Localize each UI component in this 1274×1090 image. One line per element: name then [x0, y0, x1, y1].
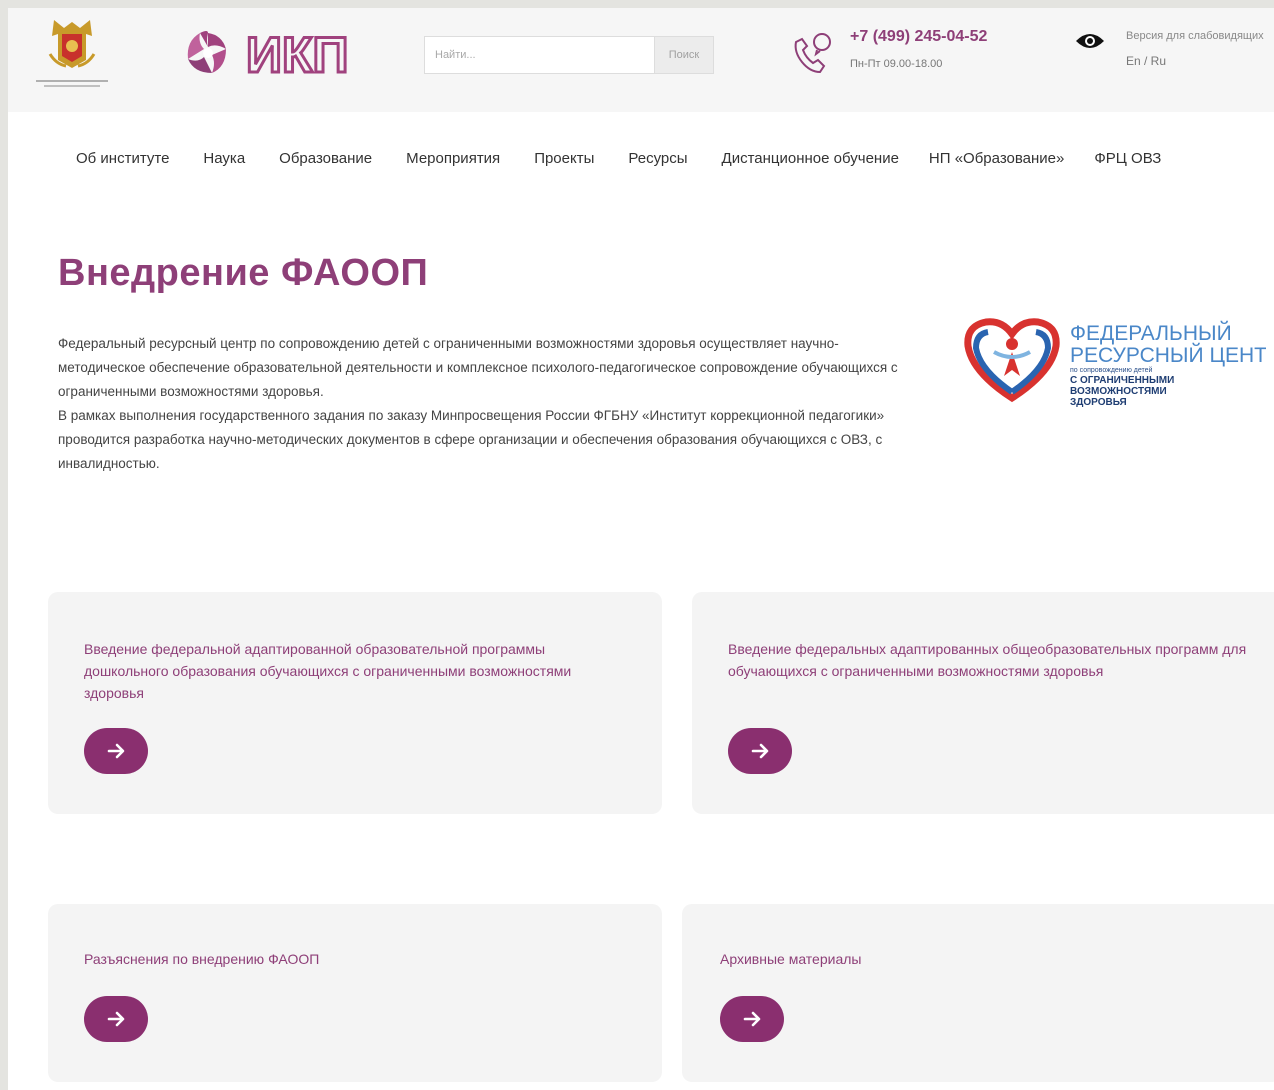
page-title: Внедрение ФАООП — [58, 252, 429, 294]
ministry-emblem[interactable] — [30, 14, 114, 92]
frc-line-4: С ОГРАНИЧЕННЫМИ — [1070, 375, 1174, 386]
card-archive-materials[interactable]: Архивные материалы — [682, 904, 1274, 1082]
intro-text: Федеральный ресурсный центр по сопровожд… — [58, 332, 898, 476]
frc-line-6: ЗДОРОВЬЯ — [1070, 397, 1127, 408]
search-bar: Поиск — [424, 36, 716, 74]
arrow-right-icon — [107, 743, 125, 759]
phone-icon — [794, 33, 831, 74]
nav-item-resources[interactable]: Ресурсы — [628, 150, 687, 167]
card-title: Введение федеральной адаптированной обра… — [84, 641, 572, 701]
card-open-button[interactable] — [84, 996, 148, 1042]
arrow-right-icon — [107, 1011, 125, 1027]
language-switch[interactable]: En / Ru — [1126, 54, 1166, 68]
nav-item-events[interactable]: Мероприятия — [406, 150, 500, 167]
logo-text: ИКП — [246, 27, 348, 82]
arrow-right-icon — [743, 1011, 761, 1027]
frc-logo[interactable]: ФЕДЕРАЛЬНЫЙ РЕСУРСНЫЙ ЦЕНТР по сопровожд… — [958, 306, 1266, 410]
heart-icon — [964, 318, 1060, 403]
frc-line-3: по сопровождению детей — [1070, 366, 1153, 374]
card-title: Архивные материалы — [720, 951, 862, 967]
card-title: Разъяснения по внедрению ФАООП — [84, 951, 320, 967]
phone-hours: Пн-Пт 09.00-18.00 — [850, 58, 943, 70]
arrow-right-icon — [751, 743, 769, 759]
nav-item-frc-ovz[interactable]: ФРЦ ОВЗ — [1094, 150, 1161, 167]
search-button[interactable]: Поиск — [654, 36, 714, 74]
card-open-button[interactable] — [84, 728, 148, 774]
card-open-button[interactable] — [728, 728, 792, 774]
intro-paragraph-2: В рамках выполнения государственного зад… — [58, 408, 885, 471]
frc-line-2: РЕСУРСНЫЙ ЦЕНТР — [1070, 343, 1266, 367]
nav-item-np-education[interactable]: НП «Образование» — [929, 150, 1064, 167]
intro-paragraph-1: Федеральный ресурсный центр по сопровожд… — [58, 336, 898, 399]
frc-line-1: ФЕДЕРАЛЬНЫЙ — [1070, 321, 1232, 345]
search-input[interactable] — [424, 36, 654, 74]
nav-item-about[interactable]: Об институте — [76, 150, 169, 167]
eye-icon[interactable] — [1074, 30, 1106, 52]
main-nav: Об институте Наука Образование Мероприят… — [76, 150, 1195, 167]
frc-line-5: ВОЗМОЖНОСТЯМИ — [1070, 386, 1167, 397]
card-open-button[interactable] — [720, 996, 784, 1042]
card-title: Введение федеральных адаптированных обще… — [728, 641, 1247, 679]
low-vision-link[interactable]: Версия для слабовидящих — [1126, 30, 1264, 42]
card-faoop-explanations[interactable]: Разъяснения по внедрению ФАООП — [48, 904, 662, 1082]
card-preschool-program[interactable]: Введение федеральной адаптированной обра… — [48, 592, 662, 814]
header: ИКП Поиск +7 (499) 245-04-52 Пн-Пт 09.00… — [8, 8, 1274, 112]
card-general-programs[interactable]: Введение федеральных адаптированных обще… — [692, 592, 1274, 814]
ikp-logo[interactable]: ИКП — [178, 24, 388, 82]
nav-item-distance-learning[interactable]: Дистанционное обучение — [722, 150, 899, 167]
nav-item-education[interactable]: Образование — [279, 150, 372, 167]
nav-item-projects[interactable]: Проекты — [534, 150, 594, 167]
page: ИКП Поиск +7 (499) 245-04-52 Пн-Пт 09.00… — [8, 8, 1274, 1090]
nav-item-science[interactable]: Наука — [203, 150, 245, 167]
phone-number[interactable]: +7 (499) 245-04-52 — [850, 28, 987, 46]
